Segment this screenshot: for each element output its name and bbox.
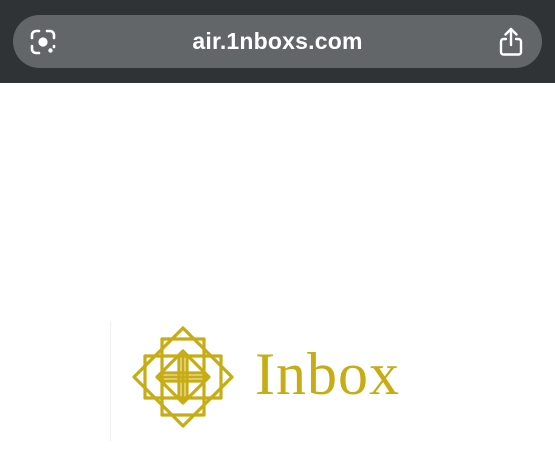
logo-wordmark: Inbox xyxy=(255,341,400,407)
ornamental-diamond-flower-icon xyxy=(131,325,235,429)
share-icon[interactable] xyxy=(498,27,524,57)
address-bar[interactable]: air.1nboxs.com xyxy=(13,15,542,68)
url-text[interactable]: air.1nboxs.com xyxy=(13,15,542,68)
browser-screen: air.1nboxs.com Inbox xyxy=(0,0,555,458)
inbox-logo: Inbox xyxy=(110,321,431,441)
browser-toolbar: air.1nboxs.com xyxy=(0,0,555,83)
page-content: Inbox xyxy=(0,83,555,458)
